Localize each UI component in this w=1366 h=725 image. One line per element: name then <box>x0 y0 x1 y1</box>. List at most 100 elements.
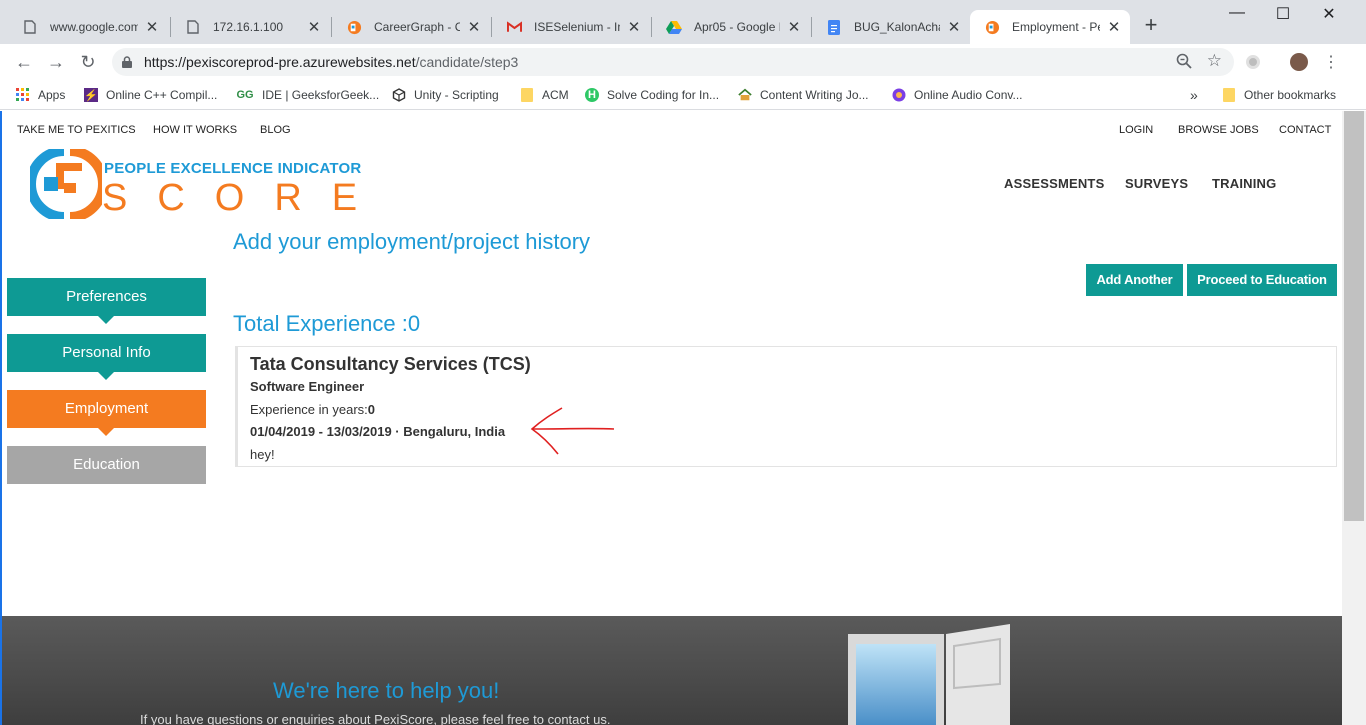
lock-icon <box>122 55 132 68</box>
bookmark-content-writing[interactable]: Content Writing Jo... <box>738 86 869 104</box>
docs-icon <box>826 19 842 35</box>
tab-title: Apr05 - Google Dr <box>694 20 780 34</box>
window-close-button[interactable]: ✕ <box>1314 4 1344 24</box>
nav-training[interactable]: TRAINING <box>1212 176 1276 191</box>
bookmark-label: Content Writing Jo... <box>760 88 869 102</box>
page-icon <box>22 19 38 35</box>
proceed-to-education-button[interactable]: Proceed to Education <box>1187 264 1337 296</box>
close-icon[interactable]: ✕ <box>466 18 482 36</box>
add-another-button[interactable]: Add Another <box>1086 264 1183 296</box>
tab-title: www.google.com <box>50 20 138 34</box>
browser-toolbar: ← → ↻ https://pexiscoreprod-pre.azureweb… <box>0 44 1366 80</box>
bookmark-apps[interactable]: Apps <box>16 86 65 104</box>
experience-label: Experience in years: <box>250 402 368 417</box>
address-bar[interactable]: https://pexiscoreprod-pre.azurewebsites.… <box>112 48 1234 76</box>
total-experience: Total Experience :0 <box>233 311 421 336</box>
experience-years: Experience in years:0 <box>250 402 375 417</box>
enquiries-text: If you have questions or enquiries about… <box>140 712 611 725</box>
step-personal-info[interactable]: Personal Info <box>7 334 206 380</box>
logo-mark-icon <box>30 149 102 219</box>
blog-link[interactable]: BLOG <box>260 124 291 136</box>
url-host: https://pexiscoreprod-pre.azurewebsites.… <box>144 54 416 70</box>
profile-avatar-icon[interactable] <box>1290 53 1308 71</box>
close-icon[interactable]: ✕ <box>946 18 962 36</box>
zoom-icon[interactable] <box>1176 53 1192 72</box>
experience-value: 0 <box>367 402 376 417</box>
how-it-works-link[interactable]: HOW IT WORKS <box>153 124 237 136</box>
bookmark-label: IDE | GeeksforGeek... <box>262 88 380 102</box>
step-preferences[interactable]: Preferences <box>7 278 206 324</box>
pexiscore-icon <box>984 19 1000 35</box>
red-arrow-annotation-icon <box>530 407 615 455</box>
bookmark-audio-converter[interactable]: Online Audio Conv... <box>892 86 1023 104</box>
close-icon[interactable]: ✕ <box>306 18 322 36</box>
lightning-icon: ⚡ <box>84 88 98 102</box>
back-arrow-icon[interactable]: ← <box>12 50 36 74</box>
more-menu-icon[interactable]: ⋮ <box>1323 52 1339 72</box>
page-viewport: TAKE ME TO PEXITICS HOW IT WORKS BLOG LO… <box>0 111 1342 725</box>
step-pointer-icon <box>98 316 114 324</box>
browse-jobs-link[interactable]: BROWSE JOBS <box>1178 124 1259 136</box>
extension-icon[interactable] <box>1246 55 1260 69</box>
tab-gmail[interactable]: ISESelenium - Inv ✕ <box>492 10 650 44</box>
bookmark-label: Apps <box>38 88 66 102</box>
maximize-button[interactable]: ☐ <box>1268 4 1298 24</box>
step-employment[interactable]: Employment <box>7 390 206 436</box>
company-name: Tata Consultancy Services (TCS) <box>250 354 531 374</box>
bookmark-hackerrank[interactable]: H Solve Coding for In... <box>585 86 719 104</box>
new-tab-button[interactable]: + <box>1140 14 1162 36</box>
take-me-to-pexitics-link[interactable]: TAKE ME TO PEXITICS <box>17 124 136 136</box>
login-link[interactable]: LOGIN <box>1119 124 1153 136</box>
folder-icon <box>1222 88 1236 102</box>
forward-arrow-icon[interactable]: → <box>44 50 68 74</box>
tab-drive[interactable]: Apr05 - Google Dr ✕ <box>652 10 810 44</box>
job-description: hey! <box>250 447 275 462</box>
bookmarks-bar: Apps ⚡ Online C++ Compil... GG IDE | Gee… <box>0 80 1366 110</box>
tab-title: ISESelenium - Inv <box>534 20 620 34</box>
page-scrollbar[interactable] <box>1342 111 1366 725</box>
nav-assessments[interactable]: ASSESSMENTS <box>1004 176 1104 191</box>
folder-icon <box>520 88 534 102</box>
other-bookmarks[interactable]: Other bookmarks <box>1222 86 1336 104</box>
minimize-button[interactable]: — <box>1222 4 1252 22</box>
bookmark-label: ACM <box>542 88 569 102</box>
close-icon[interactable]: ✕ <box>1106 18 1122 36</box>
step-pointer-icon <box>98 428 114 436</box>
bookmark-label: Solve Coding for In... <box>607 88 720 102</box>
reload-icon[interactable]: ↻ <box>76 50 100 74</box>
apps-grid-icon <box>16 88 30 102</box>
tab-employment[interactable]: Employment - Pex ✕ <box>970 10 1130 44</box>
pexiscore-logo[interactable]: PEOPLE EXCELLENCE INDICATOR SCORE <box>30 149 361 219</box>
house-icon <box>738 88 752 102</box>
job-role: Software Engineer <box>250 379 365 394</box>
drive-icon <box>666 19 682 35</box>
tab-title: CareerGraph - Car <box>374 20 460 34</box>
close-icon[interactable]: ✕ <box>786 18 802 36</box>
tab-docs[interactable]: BUG_KalonAcharje ✕ <box>812 10 970 44</box>
step-education[interactable]: Education <box>7 446 206 484</box>
tab-ip[interactable]: 172.16.1.100 ✕ <box>171 10 330 44</box>
bookmark-unity[interactable]: Unity - Scripting <box>392 86 499 104</box>
nav-surveys[interactable]: SURVEYS <box>1125 176 1188 191</box>
bookmark-star-icon[interactable]: ☆ <box>1207 51 1222 71</box>
bookmark-acm[interactable]: ACM <box>520 86 569 104</box>
bookmark-label: Other bookmarks <box>1244 88 1337 102</box>
close-icon[interactable]: ✕ <box>626 18 642 36</box>
url-path: /candidate/step3 <box>415 54 519 70</box>
tab-careergraph[interactable]: CareerGraph - Car ✕ <box>332 10 490 44</box>
logo-tagline: PEOPLE EXCELLENCE INDICATOR <box>104 160 362 177</box>
close-icon[interactable]: ✕ <box>144 18 160 36</box>
pexiscore-icon <box>346 19 362 35</box>
hackerrank-icon: H <box>585 88 599 102</box>
logo-wordmark: SCORE <box>102 177 388 219</box>
bookmarks-overflow-button[interactable]: » <box>1190 86 1198 104</box>
bookmark-cpp-compiler[interactable]: ⚡ Online C++ Compil... <box>84 86 217 104</box>
bookmark-geeksforgeeks[interactable]: GG IDE | GeeksforGeek... <box>236 86 379 104</box>
step-pointer-icon <box>98 372 114 380</box>
tab-google[interactable]: www.google.com ✕ <box>8 10 168 44</box>
link-text-tics: TICS <box>110 124 136 136</box>
scrollbar-thumb[interactable] <box>1344 111 1364 521</box>
contact-link[interactable]: CONTACT <box>1279 124 1331 136</box>
step-label: Preferences <box>66 288 147 305</box>
audio-icon <box>892 88 906 102</box>
